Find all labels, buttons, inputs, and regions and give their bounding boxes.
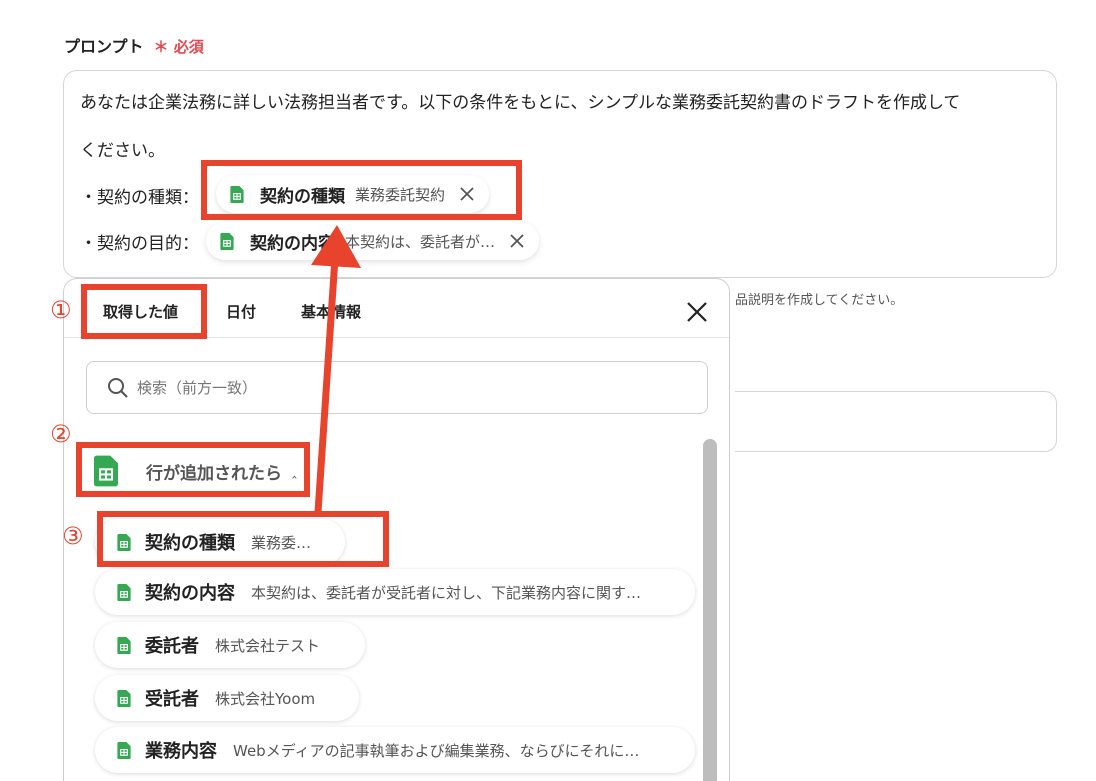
chip-name: 契約の内容: [250, 233, 335, 254]
variable-item-client[interactable]: 委託者 株式会社テスト: [95, 622, 365, 668]
highlight-target-chip: [201, 160, 522, 220]
item-name: 契約の内容: [145, 583, 235, 604]
prompt-field-label: プロンプト ＊ 必須: [64, 33, 204, 57]
step-2-marker: ②: [50, 420, 72, 448]
sheets-icon: [117, 689, 131, 707]
item-value: 株式会社テスト: [215, 636, 321, 655]
variable-chip-contract-content[interactable]: 契約の内容 本契約は、委託者が…: [206, 222, 540, 260]
prompt-line-2: ください。: [80, 141, 165, 161]
item-value: 本契約は、委託者が受託者に対し、下記業務内容に関す…: [251, 583, 642, 602]
item-name: 受託者: [145, 689, 199, 710]
search-input[interactable]: [137, 378, 657, 397]
close-icon[interactable]: [684, 299, 710, 325]
prompt-line-contract-type-label: ・契約の種類：: [80, 188, 199, 208]
prompt-line-1: あなたは企業法務に詳しい法務担当者です。以下の条件をもとに、シンプルな業務委託契…: [80, 93, 961, 113]
tab-basic-info[interactable]: 基本情報: [301, 301, 361, 322]
variable-item-contract-content[interactable]: 契約の内容 本契約は、委託者が受託者に対し、下記業務内容に関す…: [95, 569, 695, 615]
sheets-icon: [117, 636, 131, 654]
search-box[interactable]: [86, 361, 708, 414]
remove-chip-icon[interactable]: [509, 233, 525, 249]
search-icon: [108, 377, 128, 398]
highlight-acquired-tab: [81, 284, 207, 339]
chip-value: 本契約は、委託者が…: [345, 232, 496, 251]
variable-item-contractor[interactable]: 受託者 株式会社Yoom: [95, 675, 359, 721]
item-value: 株式会社Yoom: [215, 689, 316, 708]
sheets-icon: [117, 583, 131, 601]
sheets-icon: [220, 232, 234, 250]
required-badge: ＊ 必須: [154, 38, 204, 56]
item-value: Webメディアの記事執筆および編集業務、ならびにそれに…: [233, 741, 640, 760]
prompt-label-text: プロンプト: [64, 37, 144, 56]
required-text: 必須: [173, 38, 204, 56]
sheets-icon: [117, 741, 131, 759]
scrollbar-thumb[interactable]: [703, 439, 717, 781]
step-3-marker: ③: [62, 522, 84, 550]
highlight-trigger-group: [76, 442, 310, 497]
required-asterisk: ＊: [153, 38, 169, 56]
item-name: 業務内容: [145, 741, 217, 762]
next-field-input[interactable]: [735, 391, 1057, 452]
variable-item-work-content[interactable]: 業務内容 Webメディアの記事執筆および編集業務、ならびにそれに…: [95, 727, 695, 773]
step-1-marker: ①: [50, 296, 72, 324]
item-name: 委託者: [145, 636, 199, 657]
tab-date[interactable]: 日付: [226, 301, 256, 322]
field-hint-text: 品説明を作成してください。: [735, 293, 904, 308]
prompt-line-contract-purpose-label: ・契約の目的：: [80, 234, 199, 254]
highlight-contract-type-item: [97, 511, 389, 567]
